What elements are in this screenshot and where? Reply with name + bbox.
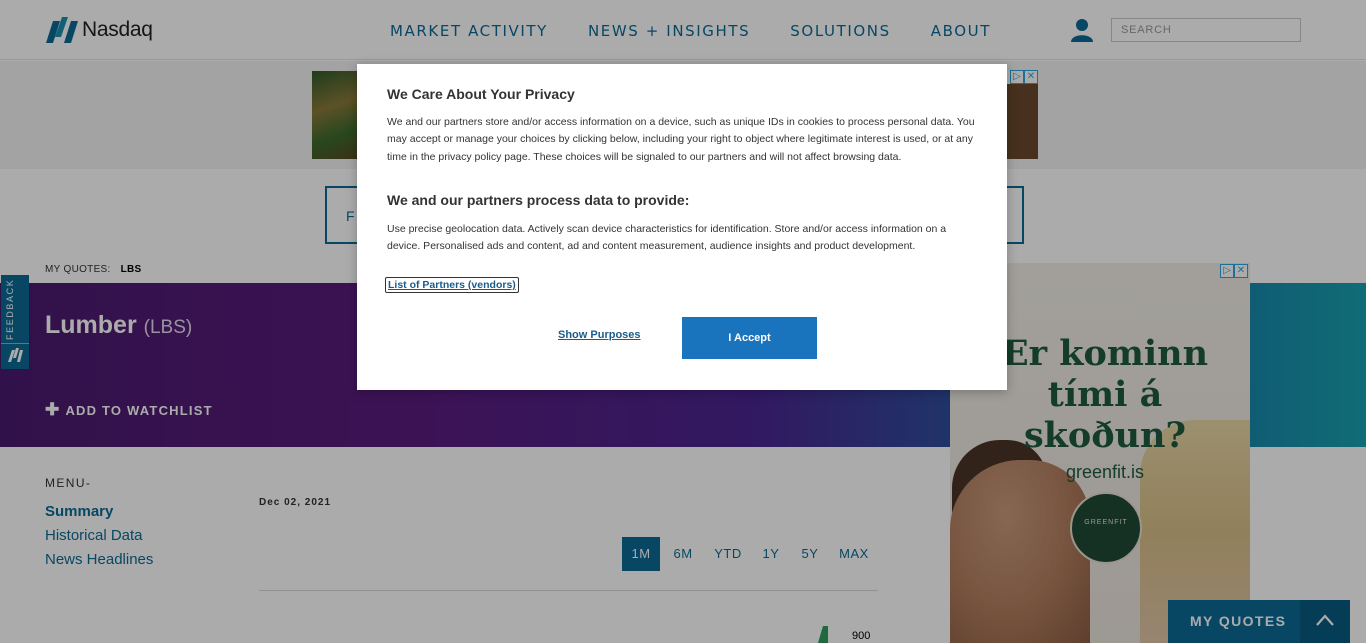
show-purposes-button[interactable]: Show Purposes [558,329,641,341]
dialog-title: We Care About Your Privacy [387,86,575,102]
dialog-body: We and our partners store and/or access … [387,116,975,163]
dialog-purposes-text: Use precise geolocation data. Actively s… [387,223,947,253]
vendors-link[interactable]: List of Partners (vendors) [385,277,519,293]
privacy-dialog: We Care About Your Privacy We and our pa… [357,64,1007,390]
page: Nasdaq MARKET ACTIVITY NEWS + INSIGHTS S… [0,0,1366,643]
dialog-subtitle: We and our partners process data to prov… [387,192,690,208]
accept-button[interactable]: I Accept [682,317,817,359]
